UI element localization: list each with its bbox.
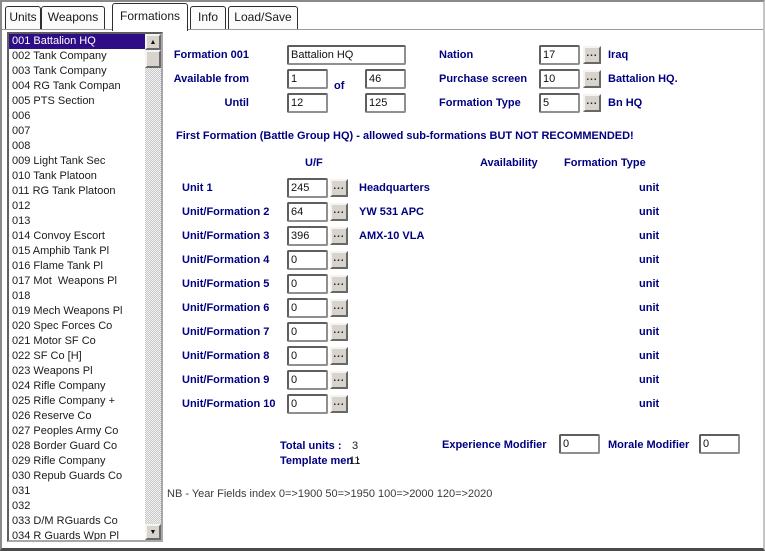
unit-browse-button[interactable]: ... bbox=[330, 275, 348, 293]
unit-value-input[interactable] bbox=[287, 274, 328, 294]
unit-value-input[interactable] bbox=[287, 298, 328, 318]
unit-row: Unit/Formation 9... unit bbox=[2, 370, 765, 394]
unit-row: Unit/Formation 4... unit bbox=[2, 250, 765, 274]
unit-browse-button[interactable]: ... bbox=[330, 203, 348, 221]
unit-browse-button[interactable]: ... bbox=[330, 179, 348, 197]
year-fields-note: NB - Year Fields index 0=>1900 50=>1950 … bbox=[167, 488, 492, 500]
unit-formation-type: unit bbox=[639, 326, 659, 338]
total-units-label: Total units : bbox=[280, 440, 342, 452]
unit-browse-button[interactable]: ... bbox=[330, 323, 348, 341]
unit-label: Unit/Formation 5 bbox=[182, 278, 269, 290]
unit-value-input[interactable] bbox=[287, 394, 328, 414]
unit-value-input[interactable] bbox=[287, 226, 328, 246]
unit-row: Unit 1... Headquarters unit bbox=[2, 178, 765, 202]
app-window: Units Weapons Formations Info Load/Save … bbox=[0, 0, 765, 551]
tab-info[interactable]: Info bbox=[190, 6, 226, 29]
unit-row: Unit/Formation 10... unit bbox=[2, 394, 765, 418]
unit-formation-type: unit bbox=[639, 230, 659, 242]
morale-modifier-input[interactable] bbox=[699, 434, 740, 454]
template-men-label: Template men : bbox=[280, 455, 360, 467]
unit-value-input[interactable] bbox=[287, 322, 328, 342]
unit-label: Unit/Formation 7 bbox=[182, 326, 269, 338]
unit-label: Unit/Formation 9 bbox=[182, 374, 269, 386]
unit-formation-type: unit bbox=[639, 182, 659, 194]
unit-browse-button[interactable]: ... bbox=[330, 371, 348, 389]
unit-row: Unit/Formation 6... unit bbox=[2, 298, 765, 322]
template-men-value: 11 bbox=[349, 455, 360, 467]
unit-label: Unit/Formation 2 bbox=[182, 206, 269, 218]
tab-units[interactable]: Units bbox=[5, 6, 41, 29]
unit-browse-button[interactable]: ... bbox=[330, 347, 348, 365]
tab-weapons[interactable]: Weapons bbox=[41, 6, 105, 29]
experience-modifier-label: Experience Modifier bbox=[442, 439, 547, 451]
total-units-value: 3 bbox=[352, 440, 358, 452]
unit-label: Unit/Formation 4 bbox=[182, 254, 269, 266]
unit-row: Unit/Formation 3... AMX-10 VLA unit bbox=[2, 226, 765, 250]
unit-formation-type: unit bbox=[639, 302, 659, 314]
unit-formation-type: unit bbox=[639, 278, 659, 290]
unit-rows: Unit 1...HeadquartersunitUnit/Formation … bbox=[2, 2, 765, 551]
unit-browse-button[interactable]: ... bbox=[330, 227, 348, 245]
unit-row: Unit/Formation 5... unit bbox=[2, 274, 765, 298]
unit-label: Unit/Formation 3 bbox=[182, 230, 269, 242]
unit-label: Unit/Formation 8 bbox=[182, 350, 269, 362]
unit-formation-type: unit bbox=[639, 206, 659, 218]
unit-label: Unit 1 bbox=[182, 182, 213, 194]
unit-label: Unit/Formation 10 bbox=[182, 398, 276, 410]
unit-description: YW 531 APC bbox=[359, 206, 424, 218]
unit-row: Unit/Formation 2... YW 531 APC unit bbox=[2, 202, 765, 226]
unit-row: Unit/Formation 7... unit bbox=[2, 322, 765, 346]
unit-value-input[interactable] bbox=[287, 346, 328, 366]
unit-browse-button[interactable]: ... bbox=[330, 395, 348, 413]
unit-value-input[interactable] bbox=[287, 250, 328, 270]
unit-label: Unit/Formation 6 bbox=[182, 302, 269, 314]
unit-row: Unit/Formation 8... unit bbox=[2, 346, 765, 370]
unit-browse-button[interactable]: ... bbox=[330, 251, 348, 269]
morale-modifier-label: Morale Modifier bbox=[608, 439, 689, 451]
unit-description: AMX-10 VLA bbox=[359, 230, 424, 242]
unit-formation-type: unit bbox=[639, 398, 659, 410]
unit-value-input[interactable] bbox=[287, 370, 328, 390]
unit-description: Headquarters bbox=[359, 182, 430, 194]
unit-formation-type: unit bbox=[639, 350, 659, 362]
unit-formation-type: unit bbox=[639, 374, 659, 386]
tab-load-save[interactable]: Load/Save bbox=[228, 6, 298, 29]
tab-formations[interactable]: Formations bbox=[112, 3, 188, 31]
unit-value-input[interactable] bbox=[287, 178, 328, 198]
unit-browse-button[interactable]: ... bbox=[330, 299, 348, 317]
experience-modifier-input[interactable] bbox=[559, 434, 600, 454]
unit-formation-type: unit bbox=[639, 254, 659, 266]
unit-value-input[interactable] bbox=[287, 202, 328, 222]
